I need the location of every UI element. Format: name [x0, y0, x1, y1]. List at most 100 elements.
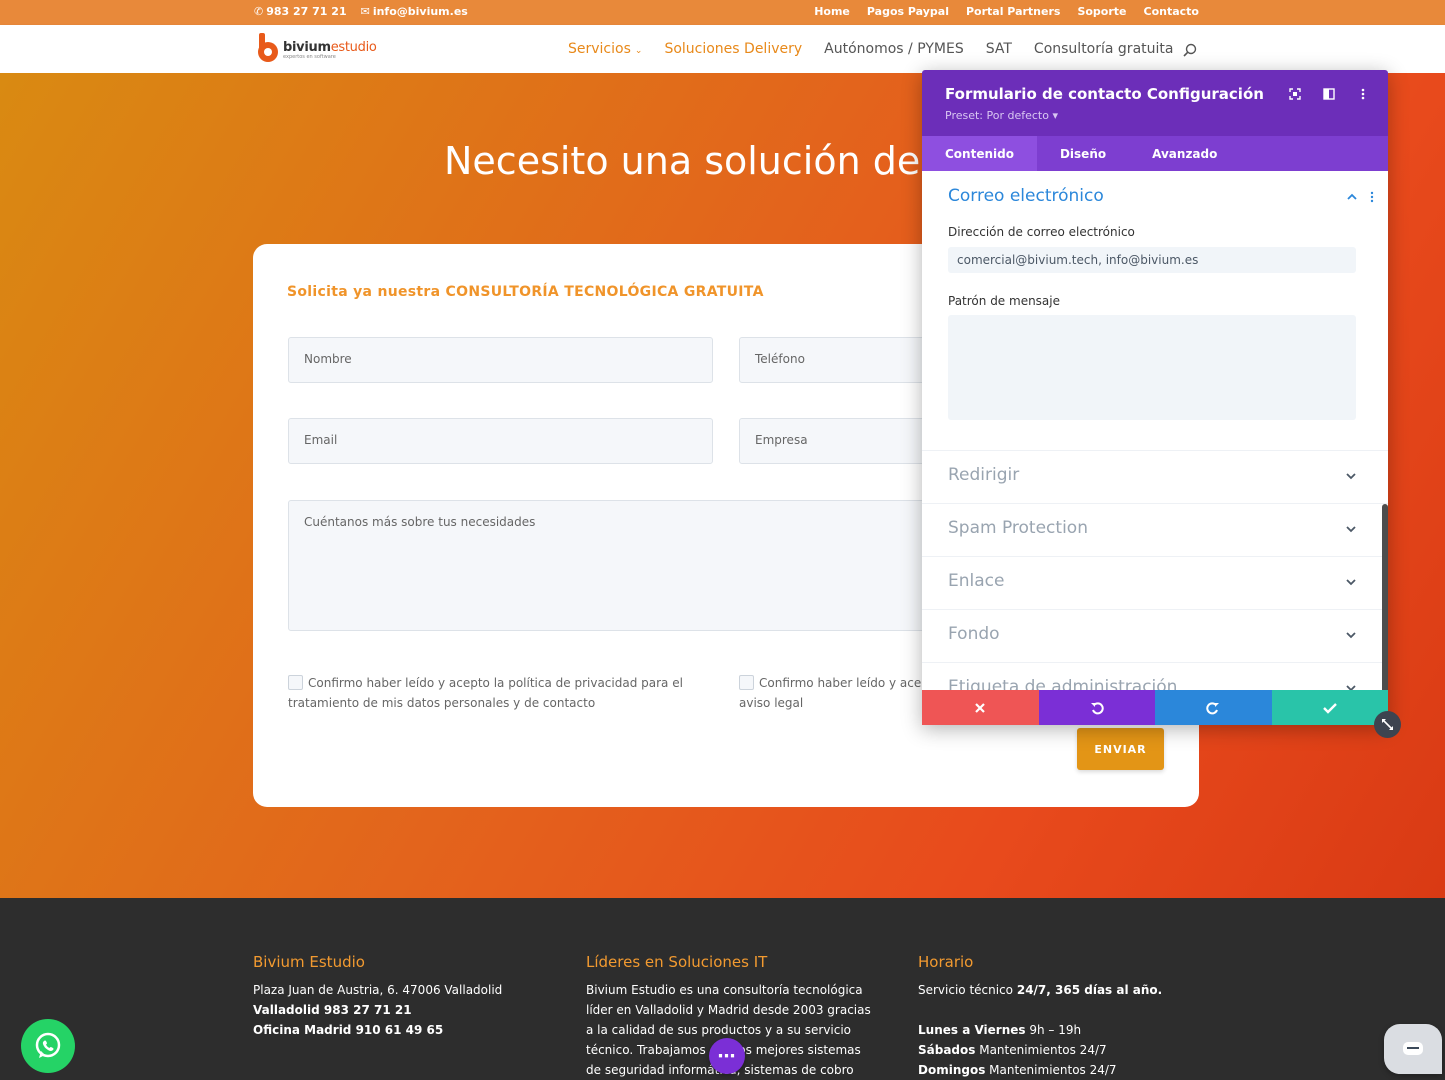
nav-servicios-label: Servicios	[568, 41, 631, 57]
top-email[interactable]: ✉ info@bivium.es	[361, 5, 468, 18]
footer-col1-title: Bivium Estudio	[253, 953, 365, 971]
top-bar: ✆ 983 27 71 21 ✉ info@bivium.es Home Pag…	[0, 0, 1445, 25]
footer-madrid-phone[interactable]: Oficina Madrid 910 61 49 65	[253, 1020, 543, 1040]
name-input[interactable]: Nombre	[288, 337, 713, 383]
logo-name: bivium	[283, 40, 331, 55]
footer-sunday: Domingos Mantenimientos 24/7	[918, 1060, 1208, 1080]
footer-saturday-label: Sábados	[918, 1043, 976, 1057]
fullscreen-icon[interactable]	[1288, 87, 1302, 101]
resize-icon	[1382, 719, 1393, 730]
top-phone[interactable]: ✆ 983 27 71 21	[254, 5, 347, 18]
message-pattern-textarea[interactable]	[948, 315, 1356, 420]
section-correo-title[interactable]: Correo electrónico	[948, 186, 1104, 206]
chevron-up-icon[interactable]	[1346, 191, 1358, 203]
footer-sunday-value: Mantenimientos 24/7	[985, 1063, 1117, 1077]
section-etiqueta-title: Etiqueta de administración	[948, 677, 1178, 690]
top-link-paypal[interactable]: Pagos Paypal	[867, 5, 949, 18]
module-settings-panel: Formulario de contacto Configuración Pre…	[922, 70, 1388, 725]
privacy-checkbox[interactable]	[288, 675, 303, 690]
discard-button[interactable]	[922, 690, 1039, 725]
top-link-home[interactable]: Home	[814, 5, 850, 18]
section-etiqueta-admin[interactable]: Etiqueta de administración	[922, 662, 1388, 690]
nav-sat[interactable]: SAT	[986, 41, 1012, 57]
section-enlace[interactable]: Enlace	[922, 556, 1388, 609]
top-link-contacto[interactable]: Contacto	[1144, 5, 1199, 18]
footer-saturday-value: Mantenimientos 24/7	[975, 1043, 1107, 1057]
footer-weekdays-label: Lunes a Viernes	[918, 1023, 1026, 1037]
panel-scrollbar[interactable]	[1382, 504, 1388, 690]
legal-checkbox-label-1: Confirmo haber leído y acep	[759, 676, 929, 690]
section-spam-title: Spam Protection	[948, 518, 1088, 538]
email-input[interactable]: Email	[288, 418, 713, 464]
logo-text: biviumestudio expertos en software	[283, 40, 377, 60]
footer-weekdays-value: 9h – 19h	[1025, 1023, 1082, 1037]
legal-checkbox[interactable]	[739, 675, 754, 690]
legal-checkbox-label-2: aviso legal	[739, 696, 804, 710]
footer-service-hours: Servicio técnico 24/7, 365 días al año.	[918, 980, 1208, 1000]
chat-widget-button[interactable]	[1384, 1024, 1442, 1074]
more-dots-icon[interactable]: ⋯	[709, 1038, 745, 1074]
tab-contenido[interactable]: Contenido	[922, 136, 1037, 171]
nav-consultoria[interactable]: Consultoría gratuita	[1034, 41, 1174, 57]
logo-name-light: estudio	[330, 40, 377, 55]
footer-service-strong: 24/7, 365 días al año.	[1016, 983, 1163, 997]
hero-title: Necesito una solución delivery	[444, 139, 922, 183]
redo-icon	[1206, 701, 1220, 714]
section-enlace-title: Enlace	[948, 571, 1005, 591]
panel-header-icons	[1288, 87, 1370, 101]
top-link-soporte[interactable]: Soporte	[1077, 5, 1126, 18]
footer-col-contact: Bivium Estudio Plaza Juan de Austria, 6.…	[253, 952, 543, 1040]
chevron-down-icon	[1346, 473, 1356, 480]
form-heading-strong: CONSULTORÍA TECNOLÓGICA GRATUITA	[445, 284, 764, 300]
form-heading: Solicita ya nuestra CONSULTORÍA TECNOLÓG…	[287, 284, 764, 300]
footer-col3-title: Horario	[918, 953, 974, 971]
send-button[interactable]: ENVIAR	[1077, 728, 1164, 770]
phone-icon: ✆	[254, 5, 264, 18]
section-redirigir-title: Redirigir	[948, 465, 1020, 485]
panel-tabs: Contenido Diseño Avanzado	[922, 136, 1388, 171]
section-kebab-icon[interactable]	[1370, 191, 1374, 203]
section-spam-protection[interactable]: Spam Protection	[922, 503, 1388, 556]
top-contact: ✆ 983 27 71 21 ✉ info@bivium.es	[254, 5, 468, 18]
tab-avanzado[interactable]: Avanzado	[1129, 136, 1240, 171]
top-email-text: info@bivium.es	[372, 5, 468, 18]
footer-saturday: Sábados Mantenimientos 24/7	[918, 1040, 1208, 1060]
redo-button[interactable]	[1155, 690, 1272, 725]
chat-icon	[1403, 1042, 1423, 1055]
site-logo[interactable]: biviumestudio expertos en software	[256, 33, 377, 63]
panel-body[interactable]: Correo electrónico Dirección de correo e…	[922, 171, 1388, 690]
save-button[interactable]	[1271, 690, 1388, 725]
privacy-checkbox-row: Confirmo haber leído y acepto la polític…	[288, 673, 688, 713]
footer-sunday-label: Domingos	[918, 1063, 986, 1077]
top-link-partners[interactable]: Portal Partners	[966, 5, 1060, 18]
kebab-icon[interactable]	[1356, 87, 1370, 101]
email-address-input[interactable]: comercial@bivium.tech, info@bivium.es	[948, 247, 1356, 273]
preset-selector[interactable]: Preset: Por defecto ▾	[945, 109, 1058, 122]
footer-valladolid-phone[interactable]: Valladolid 983 27 71 21	[253, 1000, 543, 1020]
nav-servicios[interactable]: Servicios ⌄	[568, 41, 642, 57]
footer-col-hours: Horario Servicio técnico 24/7, 365 días …	[918, 952, 1208, 1080]
close-icon	[975, 702, 986, 713]
panel-resize-handle[interactable]	[1374, 711, 1401, 738]
split-view-icon[interactable]	[1322, 87, 1336, 101]
section-fondo[interactable]: Fondo	[922, 609, 1388, 662]
section-redirigir[interactable]: Redirigir	[922, 450, 1388, 503]
nav-soluciones-delivery[interactable]: Soluciones Delivery	[664, 41, 802, 57]
main-header: biviumestudio expertos en software Servi…	[0, 25, 1445, 73]
tab-diseno[interactable]: Diseño	[1037, 136, 1129, 171]
search-icon[interactable]	[1183, 43, 1197, 57]
panel-header: Formulario de contacto Configuración Pre…	[922, 70, 1388, 136]
envelope-icon: ✉	[360, 5, 370, 18]
whatsapp-button[interactable]	[21, 1019, 75, 1073]
privacy-checkbox-label: Confirmo haber leído y acepto la polític…	[288, 676, 683, 710]
undo-button[interactable]	[1038, 690, 1155, 725]
section-correo-icons	[1346, 191, 1374, 203]
form-heading-prefix: Solicita ya nuestra	[287, 284, 446, 300]
email-address-label: Dirección de correo electrónico	[948, 225, 1135, 239]
footer-service-prefix: Servicio técnico	[918, 983, 1017, 997]
panel-footer	[922, 690, 1388, 725]
section-fondo-title: Fondo	[948, 624, 1000, 644]
nav-autonomos-pymes[interactable]: Autónomos / PYMES	[824, 41, 964, 57]
chevron-down-icon	[1346, 632, 1356, 639]
top-links: Home Pagos Paypal Portal Partners Soport…	[814, 5, 1199, 18]
